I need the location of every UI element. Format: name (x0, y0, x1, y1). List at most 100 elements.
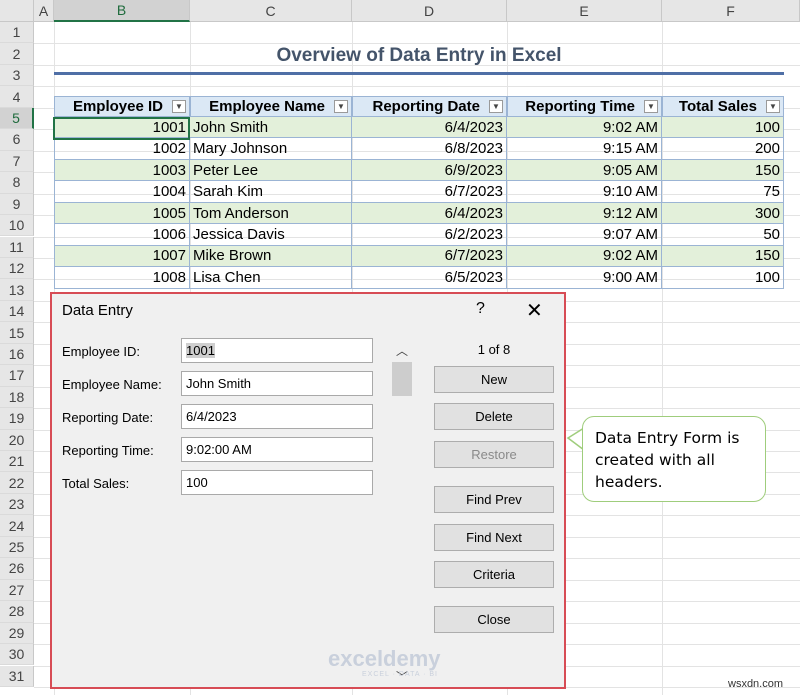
row-header[interactable]: 7 (0, 150, 34, 173)
filter-dropdown-icon[interactable]: ▼ (334, 100, 348, 113)
reporting-time-cell[interactable]: 9:12 AM (507, 202, 662, 225)
employee-id-cell[interactable]: 1008 (54, 267, 190, 289)
employee-id-field[interactable]: 1001 (181, 338, 373, 363)
row-header[interactable]: 10 (0, 215, 34, 237)
select-all-corner[interactable] (0, 0, 34, 22)
total-sales-cell[interactable]: 100 (662, 267, 784, 289)
employee-name-cell[interactable]: Mike Brown (190, 245, 352, 268)
row-header[interactable]: 8 (0, 172, 34, 194)
employee-name-cell[interactable]: Peter Lee (190, 159, 352, 182)
criteria-button[interactable]: Criteria (434, 561, 554, 588)
column-header-c[interactable]: C (190, 0, 352, 22)
reporting-date-cell[interactable]: 6/5/2023 (352, 267, 507, 289)
total-sales-cell[interactable]: 150 (662, 159, 784, 182)
filter-dropdown-icon[interactable]: ▼ (644, 100, 658, 113)
employee-name-cell[interactable]: Sarah Kim (190, 181, 352, 203)
total-sales-cell[interactable]: 75 (662, 181, 784, 203)
filter-dropdown-icon[interactable]: ▼ (172, 100, 186, 113)
reporting-time-cell[interactable]: 9:15 AM (507, 138, 662, 160)
reporting-date-cell[interactable]: 6/7/2023 (352, 181, 507, 203)
row-header[interactable]: 15 (0, 322, 34, 344)
row-header[interactable]: 22 (0, 472, 34, 494)
reporting-time-cell[interactable]: 9:05 AM (507, 159, 662, 182)
column-header-f[interactable]: F (662, 0, 800, 22)
employee-id-cell[interactable]: 1003 (54, 159, 190, 182)
row-header[interactable]: 20 (0, 429, 34, 451)
reporting-date-field[interactable]: 6/4/2023 (181, 404, 373, 429)
reporting-time-cell[interactable]: 9:02 AM (507, 245, 662, 268)
employee-name-cell[interactable]: Tom Anderson (190, 202, 352, 225)
employee-name-cell[interactable]: John Smith (190, 117, 352, 139)
reporting-time-cell[interactable]: 9:07 AM (507, 224, 662, 246)
restore-button[interactable]: Restore (434, 441, 554, 468)
total-sales-field[interactable]: 100 (181, 470, 373, 495)
column-header-d[interactable]: D (352, 0, 507, 22)
reporting-date-cell[interactable]: 6/8/2023 (352, 138, 507, 160)
close-button[interactable]: Close (434, 606, 554, 633)
reporting-date-cell[interactable]: 6/2/2023 (352, 224, 507, 246)
delete-button[interactable]: Delete (434, 403, 554, 430)
row-header[interactable]: 13 (0, 279, 34, 301)
row-header[interactable]: 19 (0, 408, 34, 430)
reporting-time-cell[interactable]: 9:00 AM (507, 267, 662, 289)
column-header-a[interactable]: A (34, 0, 54, 22)
row-header[interactable]: 2 (0, 43, 34, 65)
employee-id-cell[interactable]: 1006 (54, 224, 190, 246)
reporting-time-cell[interactable]: 9:02 AM (507, 117, 662, 139)
row-header[interactable]: 16 (0, 343, 34, 366)
row-header[interactable]: 23 (0, 493, 34, 516)
total-sales-cell[interactable]: 150 (662, 245, 784, 268)
employee-name-cell[interactable]: Mary Johnson (190, 138, 352, 160)
employee-id-cell[interactable]: 1005 (54, 202, 190, 225)
find-prev-button[interactable]: Find Prev (434, 486, 554, 513)
total-sales-cell[interactable]: 100 (662, 117, 784, 139)
employee-id-cell[interactable]: 1007 (54, 245, 190, 268)
filter-dropdown-icon[interactable]: ▼ (489, 100, 503, 113)
employee-id-cell[interactable]: 1004 (54, 181, 190, 203)
employee-id-cell[interactable]: 1002 (54, 138, 190, 160)
row-header[interactable]: 1 (0, 22, 34, 44)
row-header[interactable]: 30 (0, 644, 34, 666)
row-header[interactable]: 5 (0, 107, 34, 130)
new-button[interactable]: New (434, 366, 554, 393)
total-sales-cell[interactable]: 50 (662, 224, 784, 246)
row-header[interactable]: 26 (0, 558, 34, 580)
row-header[interactable]: 11 (0, 236, 34, 258)
reporting-time-cell[interactable]: 9:10 AM (507, 181, 662, 203)
row-header[interactable]: 17 (0, 365, 34, 387)
row-header[interactable]: 6 (0, 129, 34, 151)
employee-name-cell[interactable]: Lisa Chen (190, 267, 352, 289)
reporting-date-cell[interactable]: 6/4/2023 (352, 202, 507, 225)
row-header[interactable]: 24 (0, 515, 34, 537)
row-header[interactable]: 3 (0, 64, 34, 87)
reporting-date-cell[interactable]: 6/9/2023 (352, 159, 507, 182)
column-header-b[interactable]: B (54, 0, 190, 22)
find-next-button[interactable]: Find Next (434, 524, 554, 551)
help-button[interactable]: ? (476, 300, 485, 318)
row-label: 12 (8, 260, 25, 277)
scroll-thumb[interactable] (392, 362, 412, 396)
close-icon[interactable]: ✕ (526, 298, 543, 323)
reporting-date-cell[interactable]: 6/4/2023 (352, 117, 507, 139)
row-header[interactable]: 21 (0, 451, 34, 473)
row-header[interactable]: 4 (0, 86, 34, 108)
scroll-up-icon[interactable]: ︿ (390, 342, 414, 358)
column-header-e[interactable]: E (507, 0, 662, 22)
row-header[interactable]: 18 (0, 386, 34, 409)
row-header[interactable]: 31 (0, 665, 34, 687)
total-sales-cell[interactable]: 200 (662, 138, 784, 160)
row-header[interactable]: 28 (0, 601, 34, 623)
reporting-date-cell[interactable]: 6/7/2023 (352, 245, 507, 268)
row-header[interactable]: 12 (0, 257, 34, 280)
record-scrollbar[interactable]: ︿ ﹀ (390, 338, 414, 686)
total-sales-cell[interactable]: 300 (662, 202, 784, 225)
row-header[interactable]: 9 (0, 193, 34, 216)
filter-dropdown-icon[interactable]: ▼ (766, 100, 780, 113)
reporting-time-field[interactable]: 9:02:00 AM (181, 437, 373, 462)
row-header[interactable]: 29 (0, 622, 34, 645)
row-header[interactable]: 25 (0, 536, 34, 559)
row-header[interactable]: 27 (0, 579, 34, 602)
employee-name-field[interactable]: John Smith (181, 371, 373, 396)
row-header[interactable]: 14 (0, 300, 34, 323)
employee-name-cell[interactable]: Jessica Davis (190, 224, 352, 246)
